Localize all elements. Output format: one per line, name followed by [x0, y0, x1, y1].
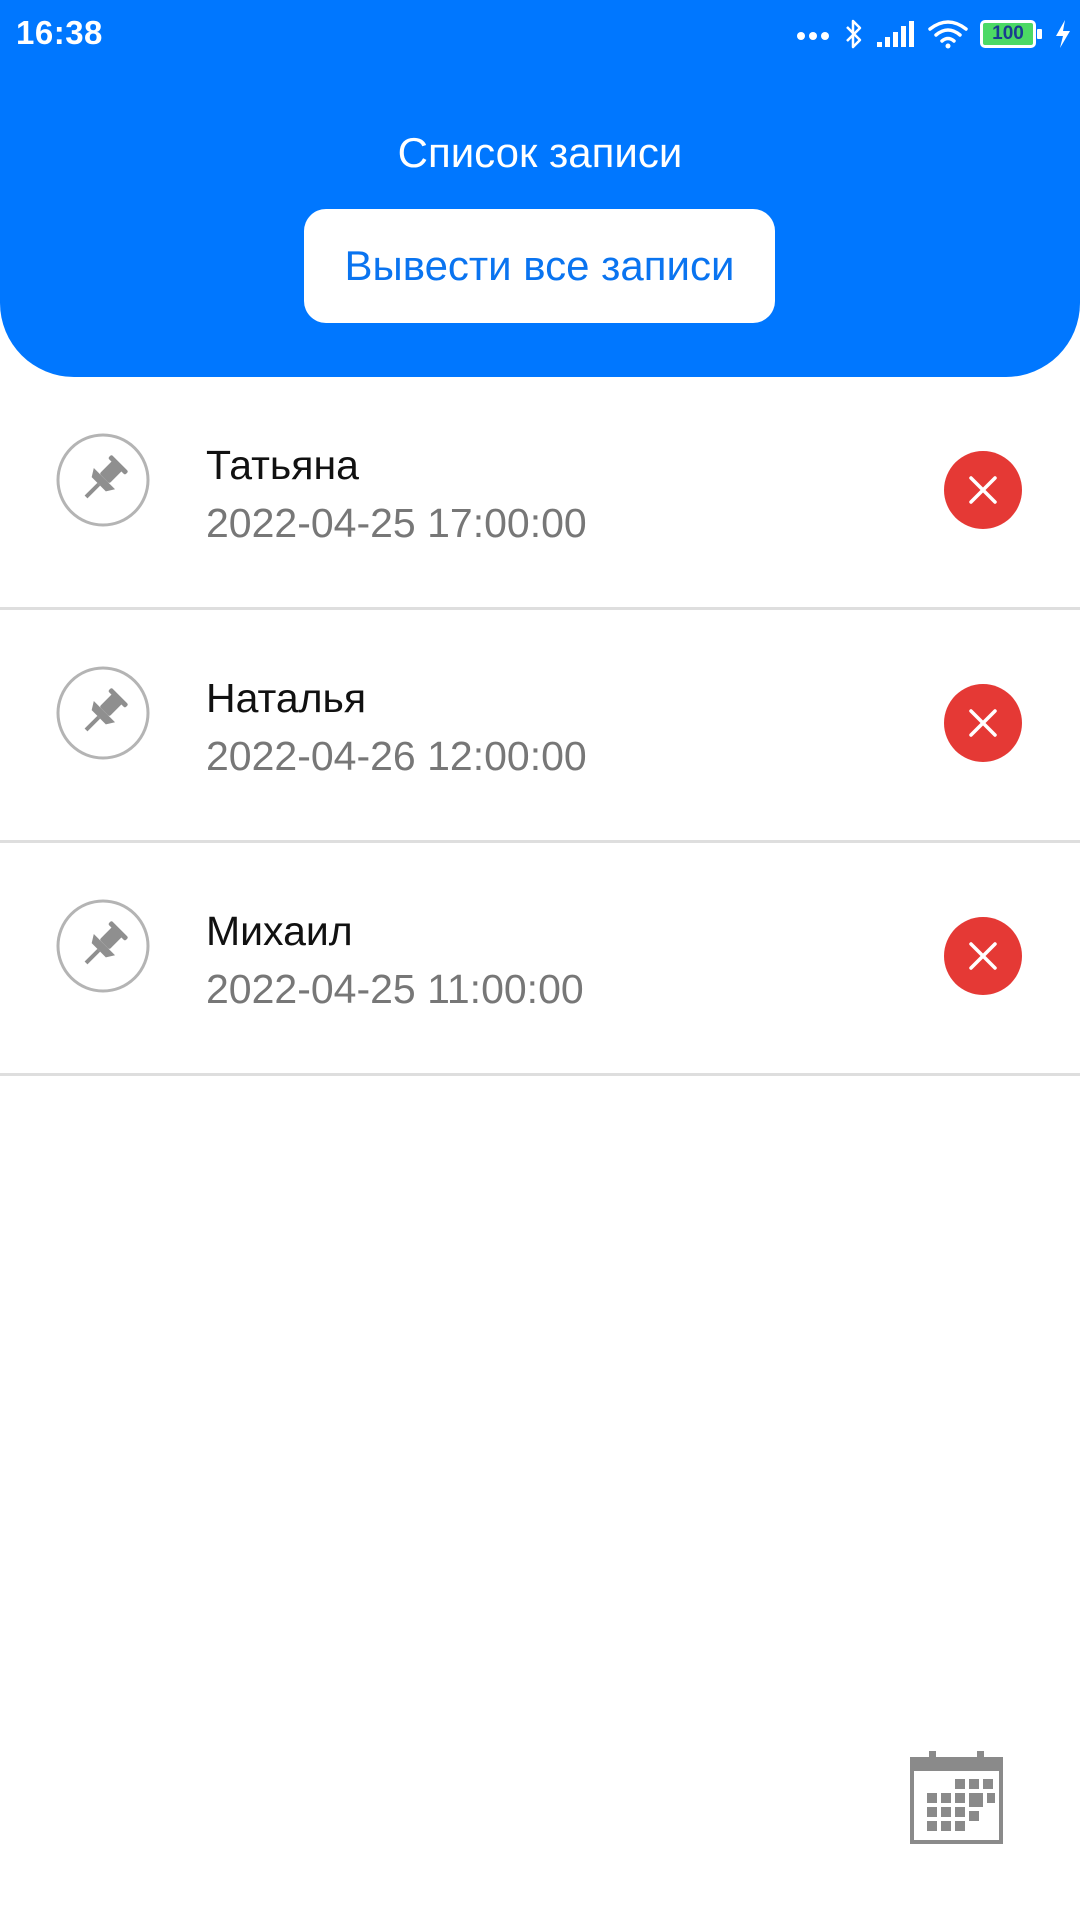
battery-level: 100 [992, 23, 1024, 44]
show-all-records-button[interactable]: Вывести все записи [304, 209, 775, 323]
pin-icon[interactable] [55, 432, 151, 528]
record-row[interactable]: Татьяна 2022-04-25 17:00:00 [0, 377, 1080, 610]
record-name: Михаил [206, 908, 353, 954]
record-datetime: 2022-04-25 11:00:00 [206, 966, 584, 1012]
wifi-icon [928, 19, 968, 49]
close-icon [969, 942, 997, 970]
close-icon [969, 709, 997, 737]
status-icons: 100 [796, 14, 1072, 54]
record-name: Татьяна [206, 442, 359, 488]
battery-cap [1037, 29, 1042, 39]
record-list: Татьяна 2022-04-25 17:00:00 Наталья 2022… [0, 377, 1080, 1076]
calendar-icon [910, 1751, 1003, 1844]
more-dots-icon [796, 28, 832, 40]
bluetooth-icon [844, 18, 864, 50]
record-row[interactable]: Наталья 2022-04-26 12:00:00 [0, 610, 1080, 843]
record-datetime: 2022-04-25 17:00:00 [206, 500, 587, 546]
delete-record-button[interactable] [944, 917, 1022, 995]
record-name: Наталья [206, 675, 367, 721]
signal-icon [876, 20, 916, 48]
battery-icon: 100 [980, 20, 1042, 48]
status-time: 16:38 [16, 14, 103, 51]
header: 16:38 100 Список записи Вывести все запи… [0, 0, 1080, 377]
close-icon [969, 476, 997, 504]
delete-record-button[interactable] [944, 684, 1022, 762]
charging-icon [1054, 19, 1072, 49]
status-bar: 16:38 100 [0, 0, 1080, 66]
pin-icon[interactable] [55, 665, 151, 761]
record-row[interactable]: Михаил 2022-04-25 11:00:00 [0, 843, 1080, 1076]
calendar-button[interactable] [909, 1749, 1004, 1845]
app-screen: 16:38 100 Список записи Вывести все запи… [0, 0, 1080, 1920]
delete-record-button[interactable] [944, 451, 1022, 529]
record-datetime: 2022-04-26 12:00:00 [206, 733, 587, 779]
page-title: Список записи [397, 129, 683, 176]
pin-icon[interactable] [55, 898, 151, 994]
